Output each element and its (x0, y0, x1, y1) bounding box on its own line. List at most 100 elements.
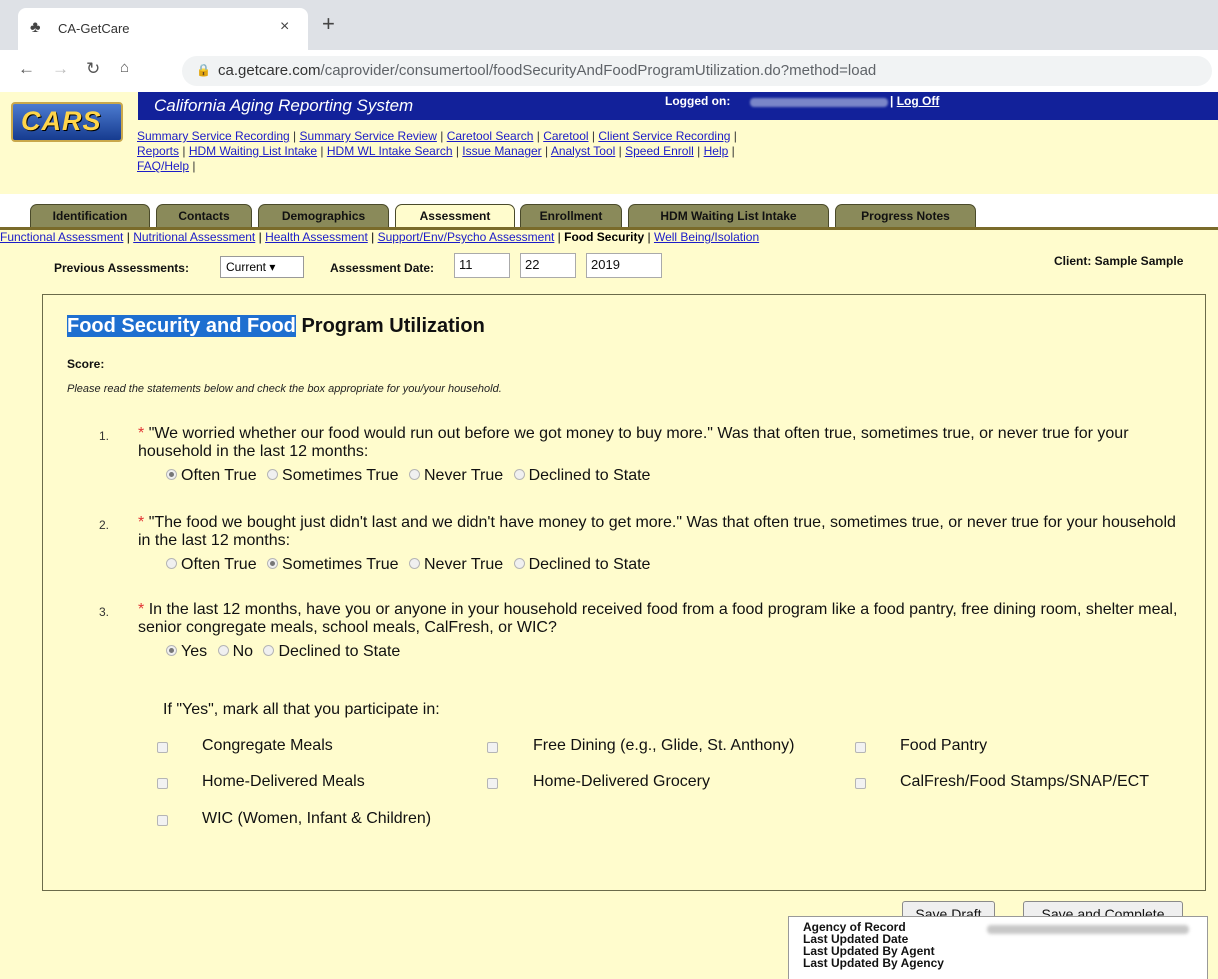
browser-tab[interactable]: ♣ CA-GetCare × (18, 8, 308, 50)
question-2-options: Often True Sometimes True Never True Dec… (166, 556, 656, 574)
nav-analyst-tool[interactable]: Analyst Tool (551, 144, 615, 158)
page-title: Food Security and Food Program Utilizati… (67, 315, 485, 337)
close-tab-icon[interactable]: × (280, 18, 289, 36)
checkbox-home-delivered-grocery[interactable] (487, 778, 498, 789)
radio[interactable] (513, 469, 525, 481)
logged-on-label: Logged on: (665, 94, 731, 108)
username-redacted (750, 98, 888, 107)
radio-selected[interactable] (166, 645, 177, 657)
question-text: * In the last 12 months, have you or any… (138, 601, 1178, 636)
subnav-functional-assessment[interactable]: Functional Assessment (0, 230, 123, 244)
nav-issue-manager[interactable]: Issue Manager (462, 144, 541, 158)
tab-hdm-waiting-list-intake[interactable]: HDM Waiting List Intake (628, 204, 829, 228)
tab-demographics[interactable]: Demographics (258, 204, 389, 228)
score-label: Score: (67, 357, 105, 371)
back-icon[interactable]: ← (18, 59, 35, 79)
date-day-input[interactable]: 22 (520, 253, 576, 278)
question-text: * "The food we bought just didn't last a… (138, 514, 1176, 549)
nav-speed-enroll[interactable]: Speed Enroll (625, 144, 694, 158)
logoff-link[interactable]: Log Off (897, 94, 940, 108)
url-input[interactable]: 🔒 ca.getcare.com/caprovider/consumertool… (182, 56, 1212, 86)
date-year-input[interactable]: 2019 (586, 253, 662, 278)
tab-progress-notes[interactable]: Progress Notes (835, 204, 976, 228)
nav-help[interactable]: Help (704, 144, 729, 158)
reload-icon[interactable]: ↻ (86, 59, 100, 79)
label-wic: WIC (Women, Infant & Children) (202, 810, 432, 827)
people-icon: ♣ (30, 19, 41, 36)
tab-identification[interactable]: Identification (30, 204, 150, 228)
cars-logo: CARS (11, 102, 123, 142)
app-header: CARS California Aging Reporting System L… (0, 92, 1218, 194)
previous-assessments-select[interactable]: Current ▾ (220, 256, 304, 278)
assessment-date-label: Assessment Date: (330, 261, 435, 275)
checkbox-congregate-meals[interactable] (157, 742, 168, 753)
radio-selected[interactable] (267, 558, 279, 570)
option-never-true[interactable]: Never True (408, 467, 503, 484)
checkbox-home-delivered-meals[interactable] (157, 778, 168, 789)
option-declined-to-state[interactable]: Declined to State (513, 467, 650, 484)
subnav-food-security[interactable]: Food Security (564, 230, 644, 244)
client-name: Client: Sample Sample (1054, 254, 1184, 268)
label-calfresh: CalFresh/Food Stamps/SNAP/ECT (900, 773, 1149, 790)
option-declined-to-state[interactable]: Declined to State (513, 556, 650, 573)
browser-tab-bar: ♣ CA-GetCare × + (0, 0, 1218, 50)
label-food-pantry: Food Pantry (900, 737, 988, 754)
assessment-subnav: Functional Assessment | Nutritional Asse… (0, 230, 1218, 248)
subnav-nutritional-assessment[interactable]: Nutritional Assessment (133, 230, 255, 244)
app-title: California Aging Reporting System (154, 96, 414, 115)
nav-caretool-search[interactable]: Caretool Search (447, 129, 534, 143)
checkbox-calfresh[interactable] (855, 778, 866, 789)
label-home-delivered-grocery: Home-Delivered Grocery (533, 773, 710, 790)
question-text: * "We worried whether our food would run… (138, 425, 1129, 460)
option-sometimes-true[interactable]: Sometimes True (267, 556, 399, 573)
nav-hdm-wl-intake-search[interactable]: HDM WL Intake Search (327, 144, 453, 158)
option-sometimes-true[interactable]: Sometimes True (267, 467, 399, 484)
metadata-labels: Agency of Record Last Updated Date Last … (803, 920, 944, 970)
checkbox-wic[interactable] (157, 815, 168, 826)
radio[interactable] (408, 558, 420, 570)
option-yes[interactable]: Yes (166, 643, 207, 660)
nav-summary-service-recording[interactable]: Summary Service Recording (137, 129, 290, 143)
tab-enrollment[interactable]: Enrollment (520, 204, 622, 228)
subnav-well-being-isolation[interactable]: Well Being/Isolation (654, 230, 759, 244)
radio[interactable] (263, 645, 275, 657)
radio[interactable] (166, 558, 177, 570)
nav-faq-help[interactable]: FAQ/Help (137, 159, 189, 173)
main-nav: Summary Service Recording | Summary Serv… (137, 129, 737, 173)
radio[interactable] (408, 469, 420, 481)
nav-caretool[interactable]: Caretool (543, 129, 588, 143)
checkbox-free-dining[interactable] (487, 742, 498, 753)
option-declined-to-state[interactable]: Declined to State (263, 643, 400, 660)
option-never-true[interactable]: Never True (408, 556, 503, 573)
forward-icon[interactable]: → (52, 59, 69, 79)
radio[interactable] (217, 645, 229, 657)
radio[interactable] (513, 558, 525, 570)
label-free-dining: Free Dining (e.g., Glide, St. Anthony) (533, 737, 795, 754)
lock-icon: 🔒 (196, 63, 211, 77)
nav-summary-service-review[interactable]: Summary Service Review (300, 129, 437, 143)
home-icon[interactable]: ⌂ (120, 59, 129, 76)
nav-client-service-recording[interactable]: Client Service Recording (598, 129, 730, 143)
question-1-options: Often True Sometimes True Never True Dec… (166, 467, 656, 485)
subnav-support-env-psycho[interactable]: Support/Env/Psycho Assessment (378, 230, 555, 244)
option-often-true[interactable]: Often True (166, 556, 257, 573)
date-month-input[interactable]: 11 (454, 253, 510, 278)
tab-contacts[interactable]: Contacts (156, 204, 252, 228)
url-host: ca.getcare.com (218, 62, 321, 79)
form-panel: Food Security and Food Program Utilizati… (42, 294, 1206, 927)
url-path: /caprovider/consumertool/foodSecurityAnd… (320, 62, 877, 79)
question-number: 2. (99, 518, 110, 532)
subnav-health-assessment[interactable]: Health Assessment (265, 230, 368, 244)
address-bar: ← → ↻ ⌂ 🔒 ca.getcare.com/caprovider/cons… (0, 50, 1218, 93)
question-3-options: Yes No Declined to State (166, 643, 406, 661)
option-no[interactable]: No (217, 643, 253, 660)
option-often-true[interactable]: Often True (166, 467, 257, 484)
question-number: 1. (99, 429, 110, 443)
checkbox-food-pantry[interactable] (855, 742, 866, 753)
nav-hdm-waiting-list-intake[interactable]: HDM Waiting List Intake (189, 144, 317, 158)
radio-selected[interactable] (166, 469, 177, 481)
new-tab-icon[interactable]: + (322, 13, 335, 35)
nav-reports[interactable]: Reports (137, 144, 179, 158)
radio[interactable] (267, 469, 279, 481)
question-number: 3. (99, 605, 110, 619)
